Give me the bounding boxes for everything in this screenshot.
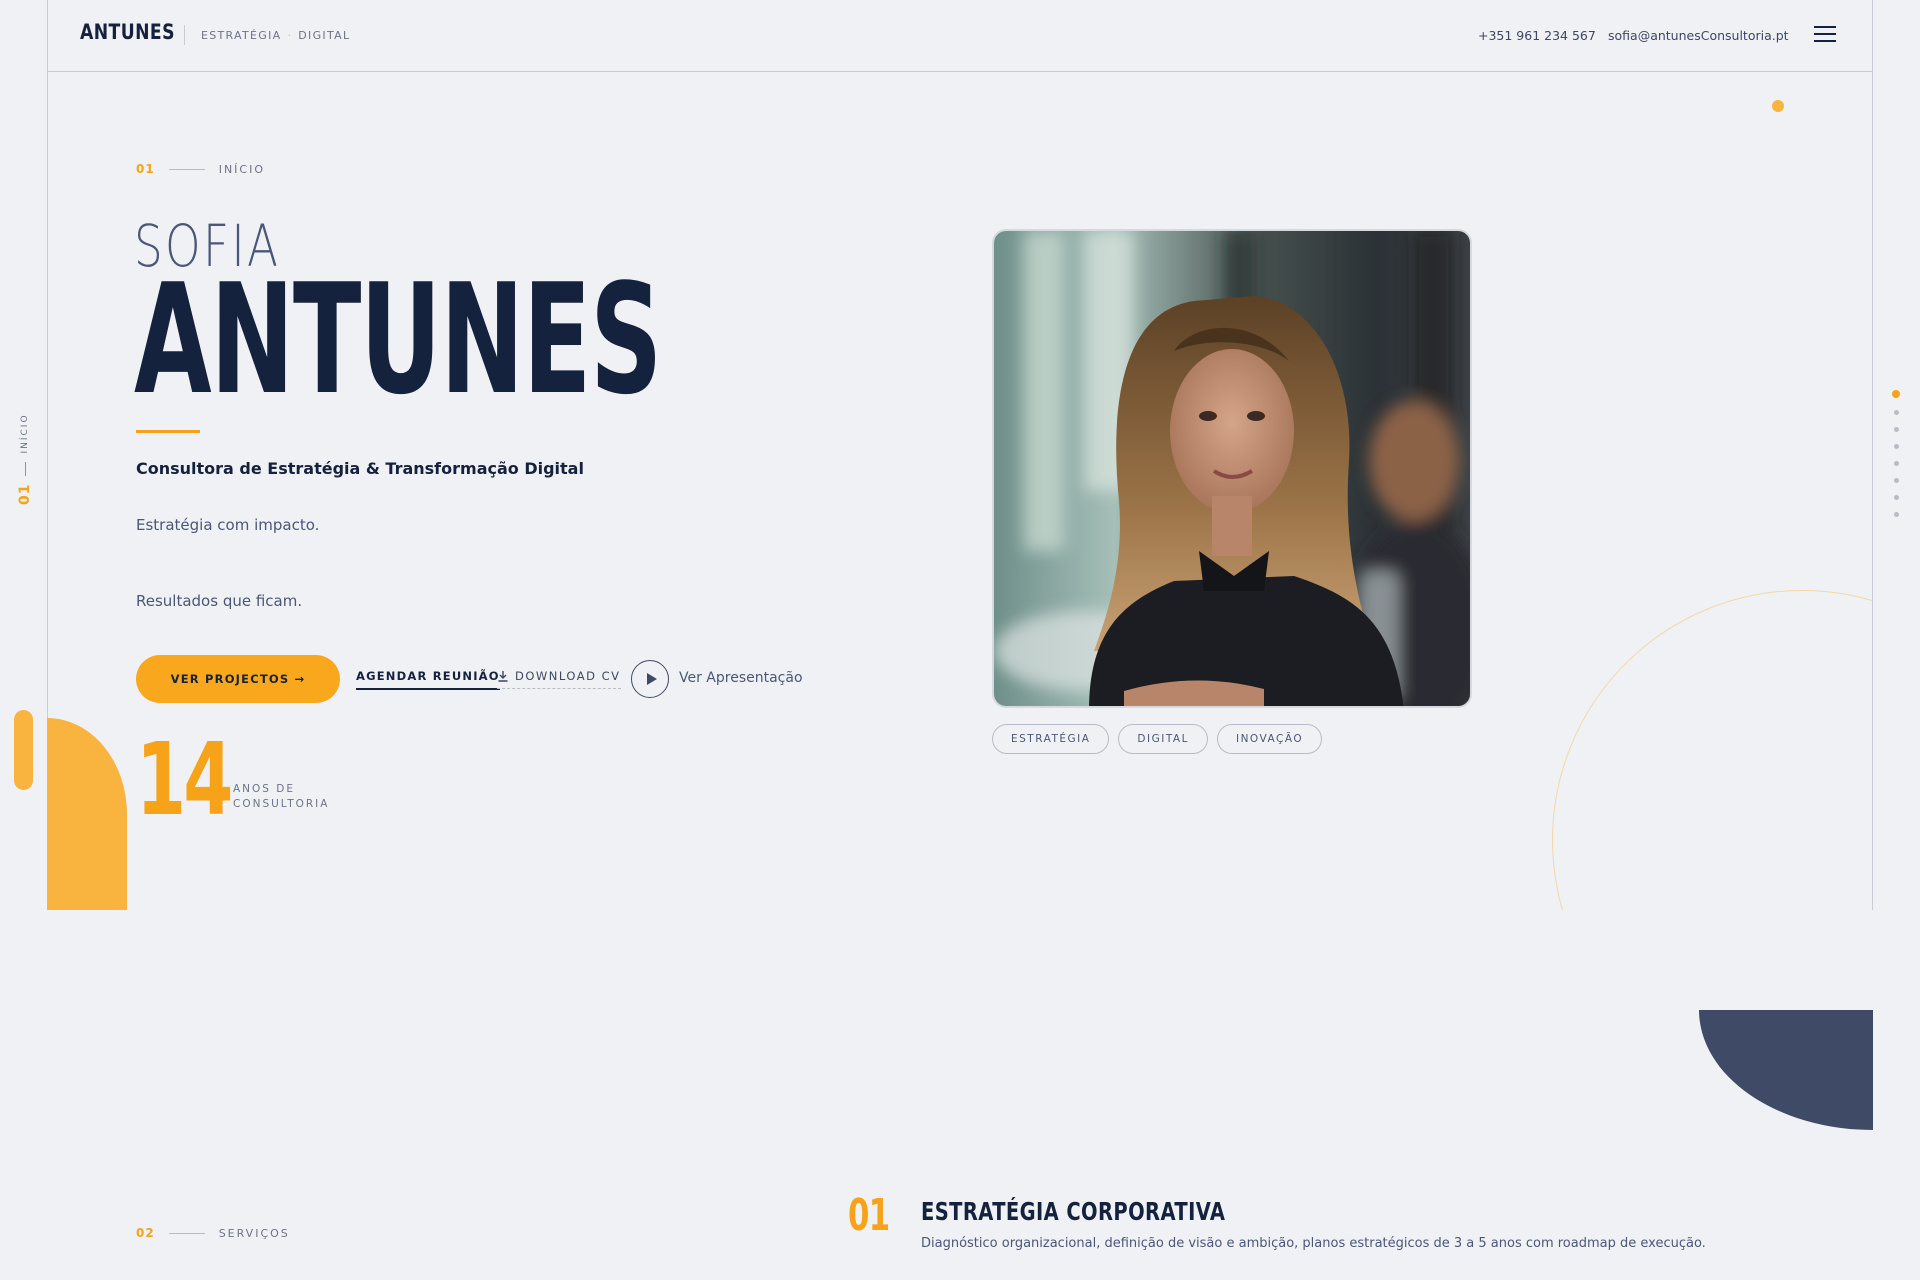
side-divider	[24, 461, 26, 476]
portrait-photo	[992, 229, 1472, 708]
logo-divider	[184, 25, 185, 45]
decorative-arc	[1500, 560, 1872, 910]
header-divider	[47, 71, 1873, 72]
nav-dot-5[interactable]	[1893, 461, 1899, 466]
section-number: 02	[136, 1226, 155, 1240]
side-section-indicator: 01 INÍCIO	[6, 400, 33, 510]
decorative-navy-quarter	[1699, 1010, 1873, 1130]
service-description: Diagnóstico organizacional, definição de…	[921, 1236, 1706, 1251]
tag-innovation[interactable]: INOVAÇÃO	[1216, 724, 1323, 754]
nav-dot-4[interactable]	[1893, 444, 1899, 449]
header-email-link[interactable]: sofia@antunesConsultoria.pt	[1608, 28, 1789, 43]
hamburger-icon[interactable]	[1814, 26, 1836, 43]
hero-line-2: Resultados que ficam.	[136, 592, 303, 610]
name-underline	[136, 430, 200, 433]
nav-dot-6[interactable]	[1893, 478, 1899, 483]
section-label-line	[168, 168, 205, 170]
decorative-orange-semicircle	[47, 718, 127, 910]
hero-last-name: ANTUNES	[134, 251, 662, 428]
frame-right-line	[1872, 0, 1873, 910]
section-name: INÍCIO	[218, 162, 266, 176]
nav-dot-1[interactable]	[1892, 390, 1900, 398]
decorative-pill	[14, 710, 33, 790]
years-stat-label: ANOS DE CONSULTORIA	[233, 783, 330, 810]
download-icon	[498, 671, 508, 682]
nav-dot-2[interactable]	[1893, 410, 1899, 415]
tagline-item: DIGITAL	[298, 29, 351, 42]
section-number: 01	[136, 162, 155, 176]
view-projects-button[interactable]: VER PROJECTOS →	[136, 655, 340, 703]
nav-dot-8[interactable]	[1893, 512, 1899, 517]
services-section-label: 02 SERVIÇOS	[136, 1226, 290, 1240]
hero-section-label: 01 INÍCIO	[136, 162, 265, 176]
download-cv-button[interactable]: DOWNLOAD CV	[497, 669, 621, 689]
hero-line-1: Estratégia com impacto.	[136, 516, 320, 534]
download-cv-label: DOWNLOAD CV	[515, 669, 621, 683]
header-phone-link[interactable]: +351 961 234 567	[1478, 28, 1596, 43]
brand-logo[interactable]: ANTUNES	[80, 20, 175, 44]
play-icon[interactable]	[631, 660, 669, 698]
view-presentation-link[interactable]: Ver Apresentação	[679, 670, 803, 686]
nav-dot-3[interactable]	[1893, 427, 1899, 432]
service-title[interactable]: ESTRATÉGIA CORPORATIVA	[921, 1197, 1225, 1226]
section-name: SERVIÇOS	[218, 1226, 290, 1240]
years-stat-value: 14	[136, 721, 233, 838]
tag-strategy[interactable]: ESTRATÉGIA	[992, 724, 1110, 754]
section-dots-nav	[1891, 390, 1901, 529]
schedule-meeting-button[interactable]: AGENDAR REUNIÃO	[356, 669, 500, 690]
tagline-separator: ·	[287, 29, 293, 42]
brand-tagline: ESTRATÉGIA · DIGITAL	[201, 29, 350, 42]
expertise-tags: ESTRATÉGIA DIGITAL INOVAÇÃO	[992, 724, 1323, 754]
tagline-item: ESTRATÉGIA	[201, 29, 282, 42]
tag-digital[interactable]: DIGITAL	[1118, 724, 1208, 754]
side-section-number: 01	[17, 483, 33, 505]
decorative-accent-dot	[1772, 100, 1784, 112]
service-number: 01	[848, 1190, 890, 1241]
side-section-label: INÍCIO	[20, 413, 30, 454]
section-label-line	[168, 1232, 205, 1234]
hero-subtitle: Consultora de Estratégia & Transformação…	[136, 459, 584, 478]
nav-dot-7[interactable]	[1893, 495, 1899, 500]
